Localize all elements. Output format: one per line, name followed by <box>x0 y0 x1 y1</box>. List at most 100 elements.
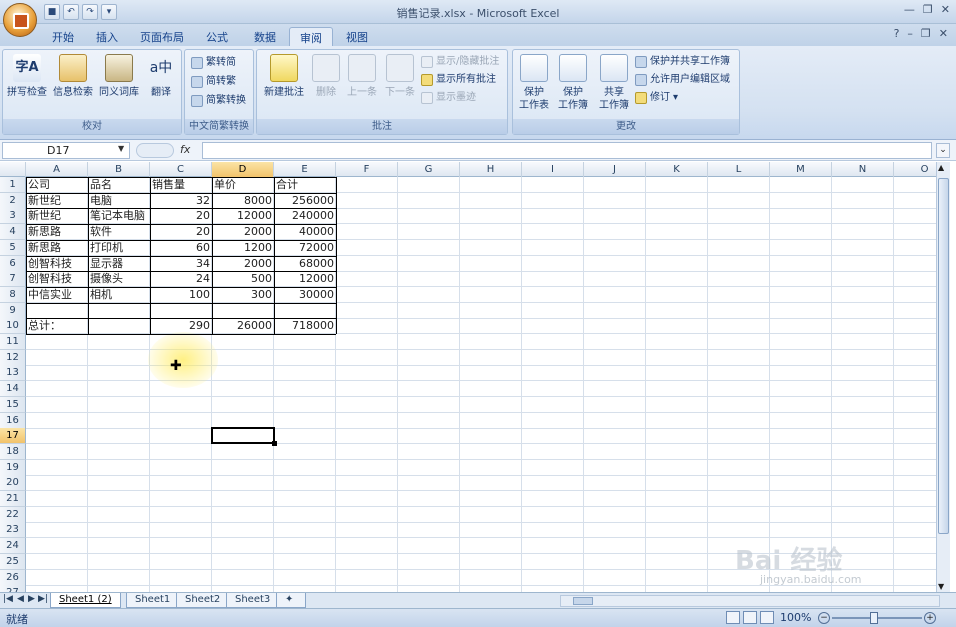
row-header-7[interactable]: 7 <box>0 271 26 287</box>
office-button[interactable] <box>3 3 37 37</box>
column-header-n[interactable]: N <box>832 162 894 177</box>
show-hide-comment-button[interactable]: 显示/隐藏批注 <box>421 54 499 69</box>
column-header-k[interactable]: K <box>646 162 708 177</box>
row-header-9[interactable]: 9 <box>0 303 26 319</box>
formula-input[interactable] <box>202 142 932 159</box>
column-header-j[interactable]: J <box>584 162 646 177</box>
page-layout-view-icon[interactable] <box>743 611 757 624</box>
allow-edit-ranges-button[interactable]: 允许用户编辑区域 <box>635 72 730 87</box>
cell-d7[interactable]: 500 <box>212 271 274 287</box>
insert-function-icon[interactable]: fx <box>180 143 190 156</box>
page-break-view-icon[interactable] <box>760 611 774 624</box>
new-comment-button[interactable]: 新建批注 <box>261 54 307 99</box>
help-icon[interactable]: ? <box>894 27 900 40</box>
formula-bar-expander[interactable] <box>136 143 174 158</box>
cell-b9[interactable] <box>88 303 150 319</box>
row-header-19[interactable]: 19 <box>0 460 26 476</box>
column-header-f[interactable]: F <box>336 162 398 177</box>
row-header-12[interactable]: 12 <box>0 350 26 366</box>
row-header-15[interactable]: 15 <box>0 397 26 413</box>
scroll-down-icon[interactable]: ▼ <box>938 582 944 591</box>
row-header-11[interactable]: 11 <box>0 334 26 350</box>
cell-b4[interactable]: 软件 <box>88 224 150 240</box>
cell-e10[interactable]: 718000 <box>274 318 336 334</box>
cell-d5[interactable]: 1200 <box>212 240 274 256</box>
cell-c3[interactable]: 20 <box>150 208 212 224</box>
cell-e6[interactable]: 68000 <box>274 256 336 272</box>
row-header-22[interactable]: 22 <box>0 507 26 523</box>
column-header-l[interactable]: L <box>708 162 770 177</box>
row-header-8[interactable]: 8 <box>0 287 26 303</box>
first-sheet-icon[interactable]: |◀ <box>3 594 13 604</box>
expand-formula-bar-icon[interactable]: ⌄ <box>936 143 950 158</box>
cell-b3[interactable]: 笔记本电脑 <box>88 208 150 224</box>
column-header-b[interactable]: B <box>88 162 150 177</box>
wb-close-icon[interactable]: ✕ <box>939 27 948 40</box>
thesaurus-button[interactable]: 同义词库 <box>97 54 141 99</box>
cell-a5[interactable]: 新思路 <box>26 240 88 256</box>
spell-check-button[interactable]: 字A 拼写检查 <box>5 54 49 99</box>
protect-sheet-button[interactable]: 保护 工作表 <box>517 54 551 112</box>
cell-c1[interactable]: 销售量 <box>150 177 212 193</box>
active-cell-d17[interactable] <box>211 427 277 446</box>
cell-d2[interactable]: 8000 <box>212 193 274 209</box>
cell-d1[interactable]: 单价 <box>212 177 274 193</box>
tab-formulas[interactable]: 公式 <box>196 27 238 46</box>
vertical-scroll-thumb[interactable] <box>938 178 949 534</box>
scroll-up-icon[interactable]: ▲ <box>938 163 944 172</box>
row-header-1[interactable]: 1 <box>0 177 26 193</box>
row-header-6[interactable]: 6 <box>0 256 26 272</box>
tab-data[interactable]: 数据 <box>244 27 286 46</box>
share-workbook-button[interactable]: 共享 工作簿 <box>595 54 633 112</box>
name-box[interactable]: D17 <box>2 142 130 159</box>
last-sheet-icon[interactable]: ▶| <box>38 594 48 604</box>
chinese-conversion-button[interactable]: 简繁转换 <box>191 93 246 108</box>
column-header-e[interactable]: E <box>274 162 336 177</box>
translate-button[interactable]: a中 翻译 <box>143 54 179 99</box>
tab-home[interactable]: 开始 <box>42 27 84 46</box>
cell-a8[interactable]: 中信实业 <box>26 287 88 303</box>
column-header-c[interactable]: C <box>150 162 212 177</box>
cell-a3[interactable]: 新世纪 <box>26 208 88 224</box>
row-header-17[interactable]: 17 <box>0 428 26 444</box>
cell-c4[interactable]: 20 <box>150 224 212 240</box>
cell-b6[interactable]: 显示器 <box>88 256 150 272</box>
column-header-o[interactable]: O <box>894 162 936 177</box>
cell-c8[interactable]: 100 <box>150 287 212 303</box>
cell-b1[interactable]: 品名 <box>88 177 150 193</box>
zoom-out-icon[interactable]: − <box>818 612 830 624</box>
row-header-14[interactable]: 14 <box>0 381 26 397</box>
row-header-4[interactable]: 4 <box>0 224 26 240</box>
wb-restore-icon[interactable]: ❐ <box>921 27 931 40</box>
row-header-18[interactable]: 18 <box>0 444 26 460</box>
zoom-slider[interactable]: − + <box>818 612 936 624</box>
row-header-25[interactable]: 25 <box>0 554 26 570</box>
row-header-27[interactable]: 27 <box>0 585 26 592</box>
cell-b7[interactable]: 摄像头 <box>88 271 150 287</box>
column-header-a[interactable]: A <box>26 162 88 177</box>
horizontal-scroll-thumb[interactable] <box>573 597 593 605</box>
show-ink-button[interactable]: 显示墨迹 <box>421 90 476 105</box>
sheet-tab-sheet1-2[interactable]: Sheet1 (2) <box>50 593 121 608</box>
horizontal-scrollbar[interactable] <box>560 595 940 607</box>
trad-to-simp-button[interactable]: 繁转简 <box>191 55 236 70</box>
previous-comment-button[interactable]: 上一条 <box>343 54 381 99</box>
cell-e4[interactable]: 40000 <box>274 224 336 240</box>
row-header-2[interactable]: 2 <box>0 193 26 209</box>
sheet-tab-sheet2[interactable]: Sheet2 <box>176 593 230 608</box>
wb-minimize-icon[interactable]: – <box>907 27 913 40</box>
cell-e3[interactable]: 240000 <box>274 208 336 224</box>
cell-c2[interactable]: 32 <box>150 193 212 209</box>
cell-e1[interactable]: 合计 <box>274 177 336 193</box>
close-icon[interactable]: ✕ <box>941 3 950 16</box>
cell-d9[interactable] <box>212 303 274 319</box>
tab-insert[interactable]: 插入 <box>86 27 128 46</box>
cell-a6[interactable]: 创智科技 <box>26 256 88 272</box>
zoom-in-icon[interactable]: + <box>924 612 936 624</box>
column-header-d[interactable]: D <box>212 162 274 177</box>
protect-workbook-button[interactable]: 保护 工作簿 <box>553 54 593 112</box>
cell-c6[interactable]: 34 <box>150 256 212 272</box>
cell-b2[interactable]: 电脑 <box>88 193 150 209</box>
row-header-16[interactable]: 16 <box>0 413 26 429</box>
cell-e9[interactable] <box>274 303 336 319</box>
